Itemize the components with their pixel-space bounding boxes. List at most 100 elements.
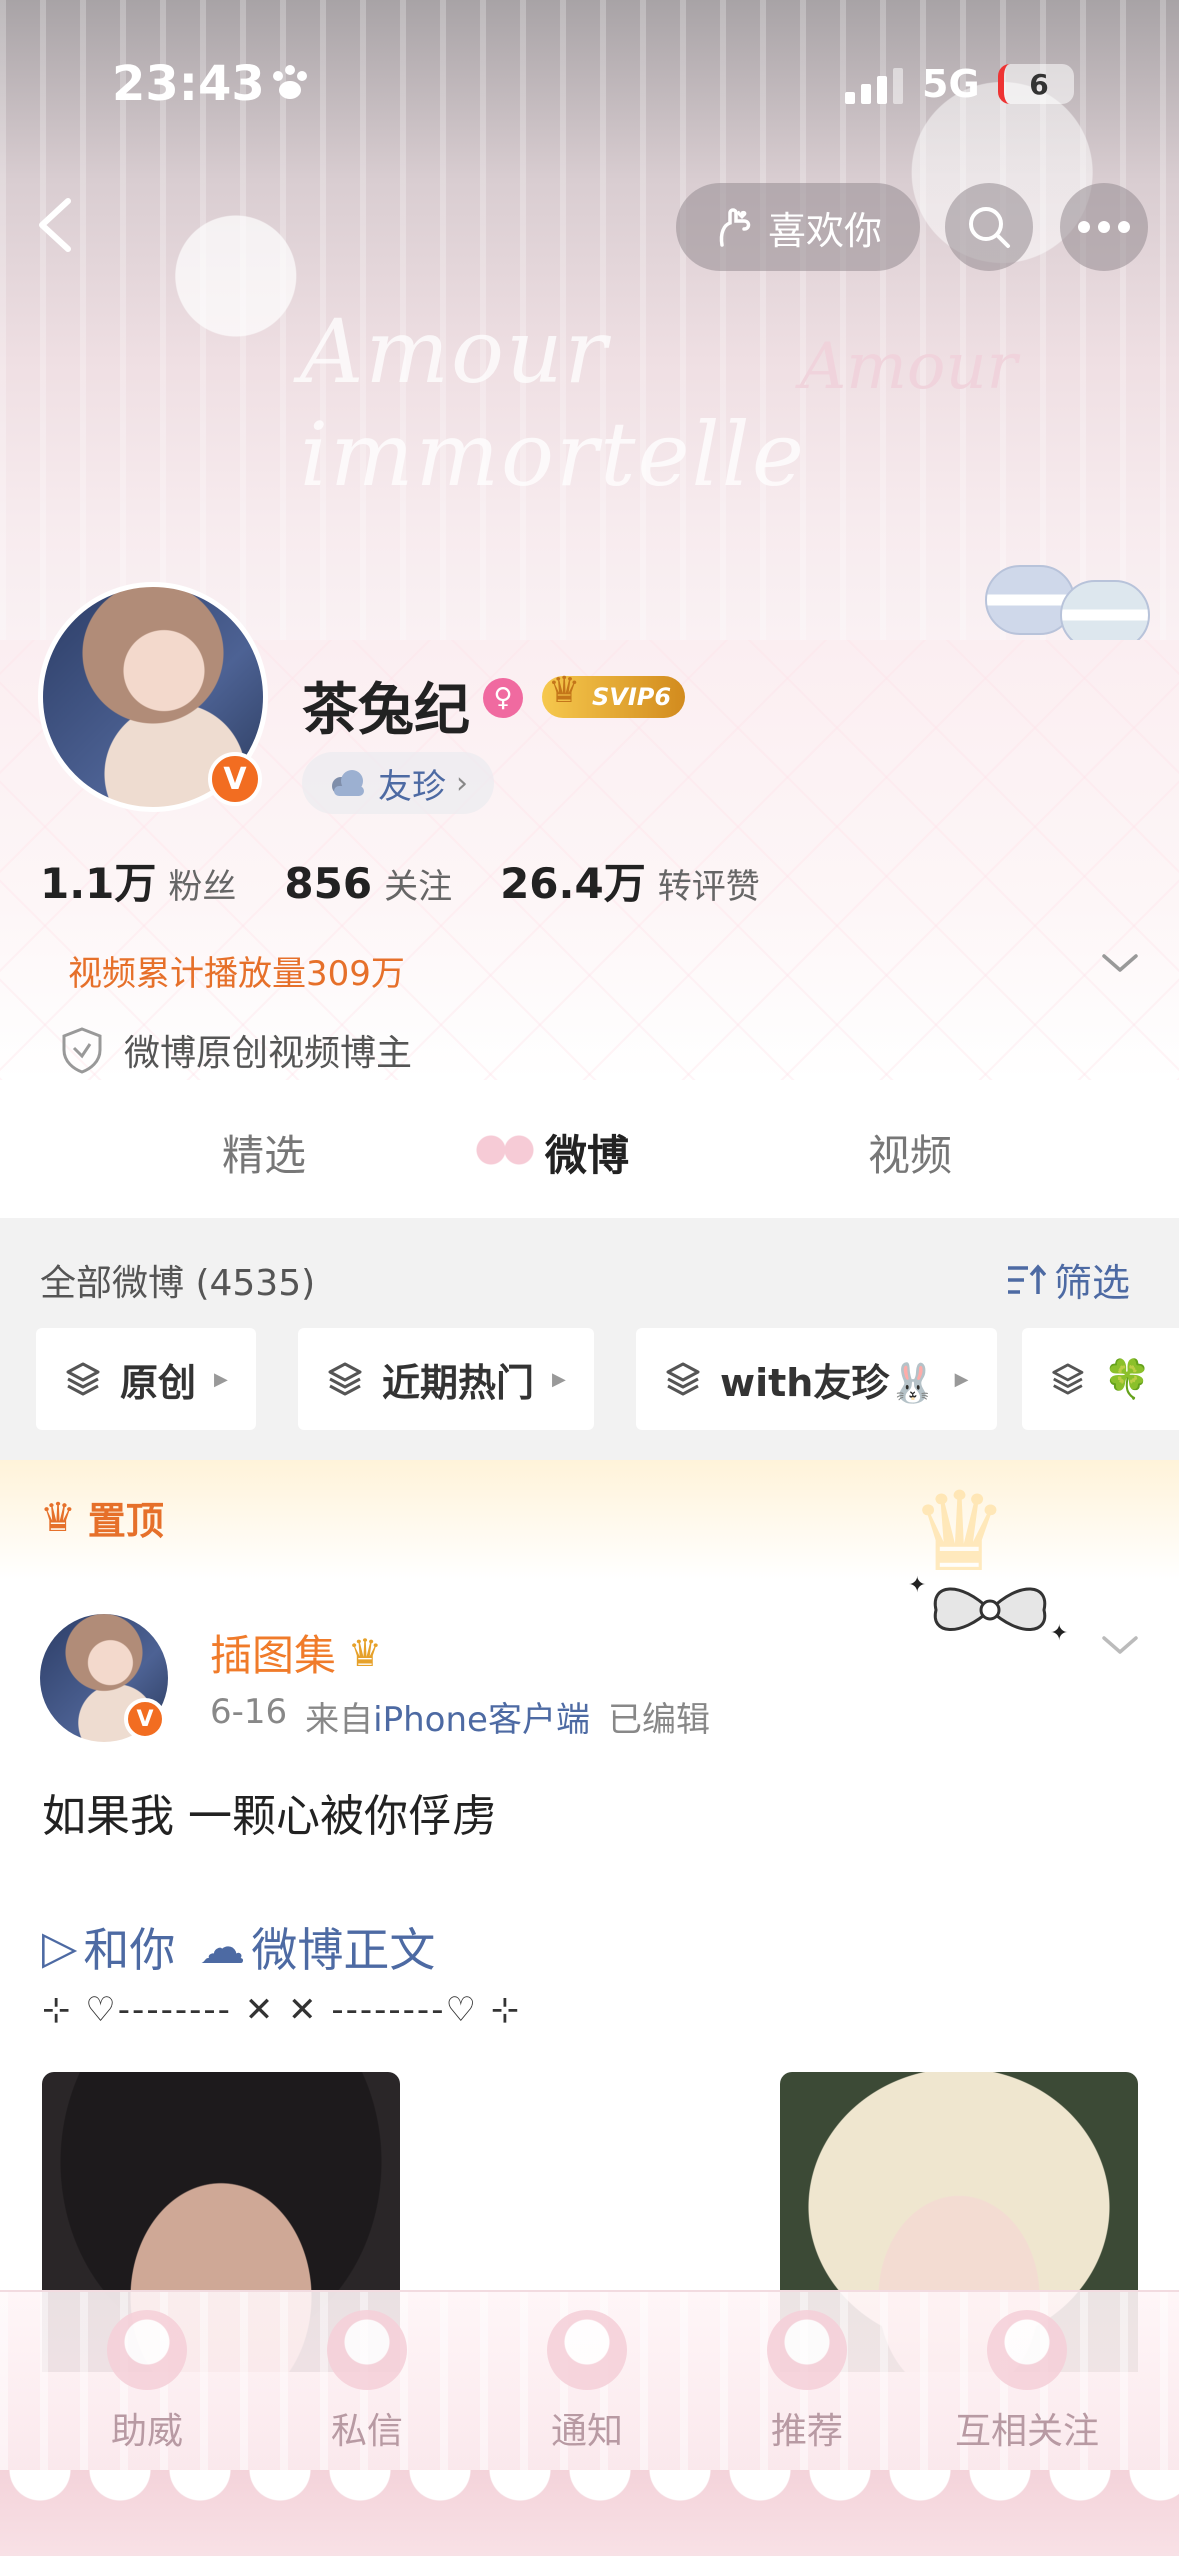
back-icon[interactable] <box>30 195 80 255</box>
banner-script-text: Amour immortelle <box>300 300 806 506</box>
stat-label: 转评赞 <box>657 867 760 907</box>
chip-original[interactable]: 原创 ▶ <box>36 1328 256 1430</box>
female-icon: ♀ <box>483 678 523 718</box>
stat-value: 856 <box>284 859 373 908</box>
post-author-name: 插图集 <box>210 1631 337 1680</box>
bottom-item-message[interactable]: 私信 <box>267 2310 467 2454</box>
more-icon <box>1078 221 1130 233</box>
network-label: 5G <box>922 62 980 106</box>
bow-icon <box>470 1126 540 1174</box>
bottom-item-label: 通知 <box>550 2411 623 2452</box>
filter-label: 筛选 <box>1054 1261 1131 1305</box>
search-button[interactable] <box>945 183 1033 271</box>
like-you-label: 喜欢你 <box>767 208 882 253</box>
tab-video[interactable]: 视频 <box>868 1122 952 1183</box>
post-source-prefix: 来自 <box>305 1700 374 1740</box>
caret-right-icon: ▶ <box>954 1368 969 1390</box>
bottom-item-cheer[interactable]: 助威 <box>47 2310 247 2454</box>
friend-tag-button[interactable]: 友珍 › <box>302 752 494 814</box>
tab-featured[interactable]: 精选 <box>222 1122 306 1183</box>
post-author[interactable]: 插图集 ♛ <box>210 1622 382 1683</box>
notify-icon <box>547 2310 627 2390</box>
bottom-item-notify[interactable]: 通知 <box>487 2310 687 2454</box>
stat-value: 1.1万 <box>40 859 157 908</box>
stat-followers[interactable]: 1.1万 粉丝 <box>40 850 236 911</box>
profile-stats: 1.1万 粉丝 856 关注 26.4万 转评赞 <box>40 850 760 911</box>
bottom-item-recommend[interactable]: 推荐 <box>707 2310 907 2454</box>
bottom-item-mutual-follow[interactable]: 互相关注 <box>927 2310 1127 2454</box>
crown-badge-icon: ♛ <box>348 1630 383 1675</box>
stat-following[interactable]: 856 关注 <box>284 859 452 908</box>
layers-icon <box>1052 1363 1084 1395</box>
feed-title: 全部微博 (4535) <box>40 1263 316 1304</box>
post-decoration-line: ⊹ ♡-------- ✕ ✕ --------♡ ⊹ <box>42 1990 522 2030</box>
caret-right-icon: ▶ <box>214 1368 228 1390</box>
username: 茶兔纪 <box>302 678 470 743</box>
cloud-icon <box>332 770 364 796</box>
cloud-outline-icon: ☁ <box>199 1920 246 1974</box>
post-date: 6-16 <box>210 1692 288 1732</box>
post-link-fulltext[interactable]: 微博正文 <box>251 1914 435 1980</box>
bottom-item-label: 互相关注 <box>954 2411 1099 2452</box>
friend-tag-label: 友珍 <box>378 766 446 807</box>
signal-icon <box>845 68 903 104</box>
post-text: 如果我 一颗心被你俘虏 <box>42 1791 496 1842</box>
creator-badge-label: 微博原创视频博主 <box>124 1033 413 1074</box>
layers-icon <box>66 1362 100 1396</box>
mutual-follow-icon <box>987 2310 1067 2390</box>
play-icon: ▷ <box>42 1920 78 1974</box>
ribbon-decoration <box>0 2470 1179 2556</box>
verified-badge-icon: V <box>208 752 262 806</box>
stat-interactions[interactable]: 26.4万 转评赞 <box>500 850 760 911</box>
tab-weibo[interactable]: 微博 <box>545 1122 629 1183</box>
stat-label: 粉丝 <box>168 867 237 907</box>
more-button[interactable] <box>1060 183 1148 271</box>
caret-right-icon: ▶ <box>552 1368 566 1390</box>
post-edited: 已编辑 <box>607 1700 710 1740</box>
shield-icon <box>62 1027 102 1074</box>
battery-indicator: 6 <box>998 64 1074 104</box>
pinned-text: 置顶 <box>87 1499 164 1543</box>
crown-icon: ♛ <box>548 670 581 711</box>
chip-recent-hot[interactable]: 近期热门 ▶ <box>298 1328 594 1430</box>
crown-icon: ♛ <box>40 1494 76 1541</box>
chip-clover[interactable]: 🍀 <box>1022 1328 1179 1430</box>
like-you-button[interactable]: 喜欢你 <box>676 183 920 271</box>
bottom-item-label: 助威 <box>110 2411 183 2452</box>
banner-script-text-2: Amour <box>800 330 1018 404</box>
chevron-down-icon[interactable] <box>1098 948 1142 978</box>
video-play-count: 视频累计播放量309万 <box>68 954 405 994</box>
search-icon <box>969 207 1010 248</box>
chip-label: 原创 <box>120 1360 197 1405</box>
post-links: ▷ 和你 ☁ 微博正文 <box>42 1914 435 1980</box>
message-icon <box>327 2310 407 2390</box>
post-source[interactable]: iPhone客户端 <box>373 1700 590 1740</box>
bottom-item-label: 私信 <box>330 2411 403 2452</box>
chip-label: 🍀 <box>1103 1356 1151 1401</box>
recommend-icon <box>767 2310 847 2390</box>
chip-with-friend[interactable]: with友珍🐰 ▶ <box>636 1328 997 1430</box>
layers-icon <box>666 1362 700 1396</box>
pinned-label: ♛ 置顶 <box>40 1490 164 1545</box>
cheer-icon <box>107 2310 187 2390</box>
stat-label: 关注 <box>384 867 453 907</box>
post-meta: 6-16 来自iPhone客户端 已编辑 <box>210 1692 710 1741</box>
creator-badge[interactable]: 微博原创视频博主 <box>60 1024 412 1076</box>
hand-heart-icon <box>719 208 751 247</box>
chip-label: with友珍🐰 <box>720 1360 937 1405</box>
layers-icon <box>328 1362 362 1396</box>
chevron-down-icon[interactable] <box>1098 1630 1142 1660</box>
filter-button[interactable]: 筛选 <box>1006 1252 1130 1307</box>
svg-text:✦: ✦ <box>908 1573 926 1598</box>
post-link-topic[interactable]: 和你 <box>83 1914 175 1980</box>
verified-badge-icon: V <box>124 1698 166 1740</box>
bottom-item-label: 推荐 <box>770 2411 843 2452</box>
svip-badge[interactable]: ♛ SVIP6 <box>542 670 686 718</box>
status-time: 23:43 <box>112 56 265 112</box>
chevron-right-icon: › <box>456 765 468 801</box>
stat-value: 26.4万 <box>500 859 646 908</box>
filter-icon <box>1008 1263 1046 1294</box>
svg-text:✦: ✦ <box>1050 1621 1068 1646</box>
bow-decoration-icon: ✦✦ <box>908 1573 1068 1646</box>
chip-label: 近期热门 <box>382 1360 535 1405</box>
